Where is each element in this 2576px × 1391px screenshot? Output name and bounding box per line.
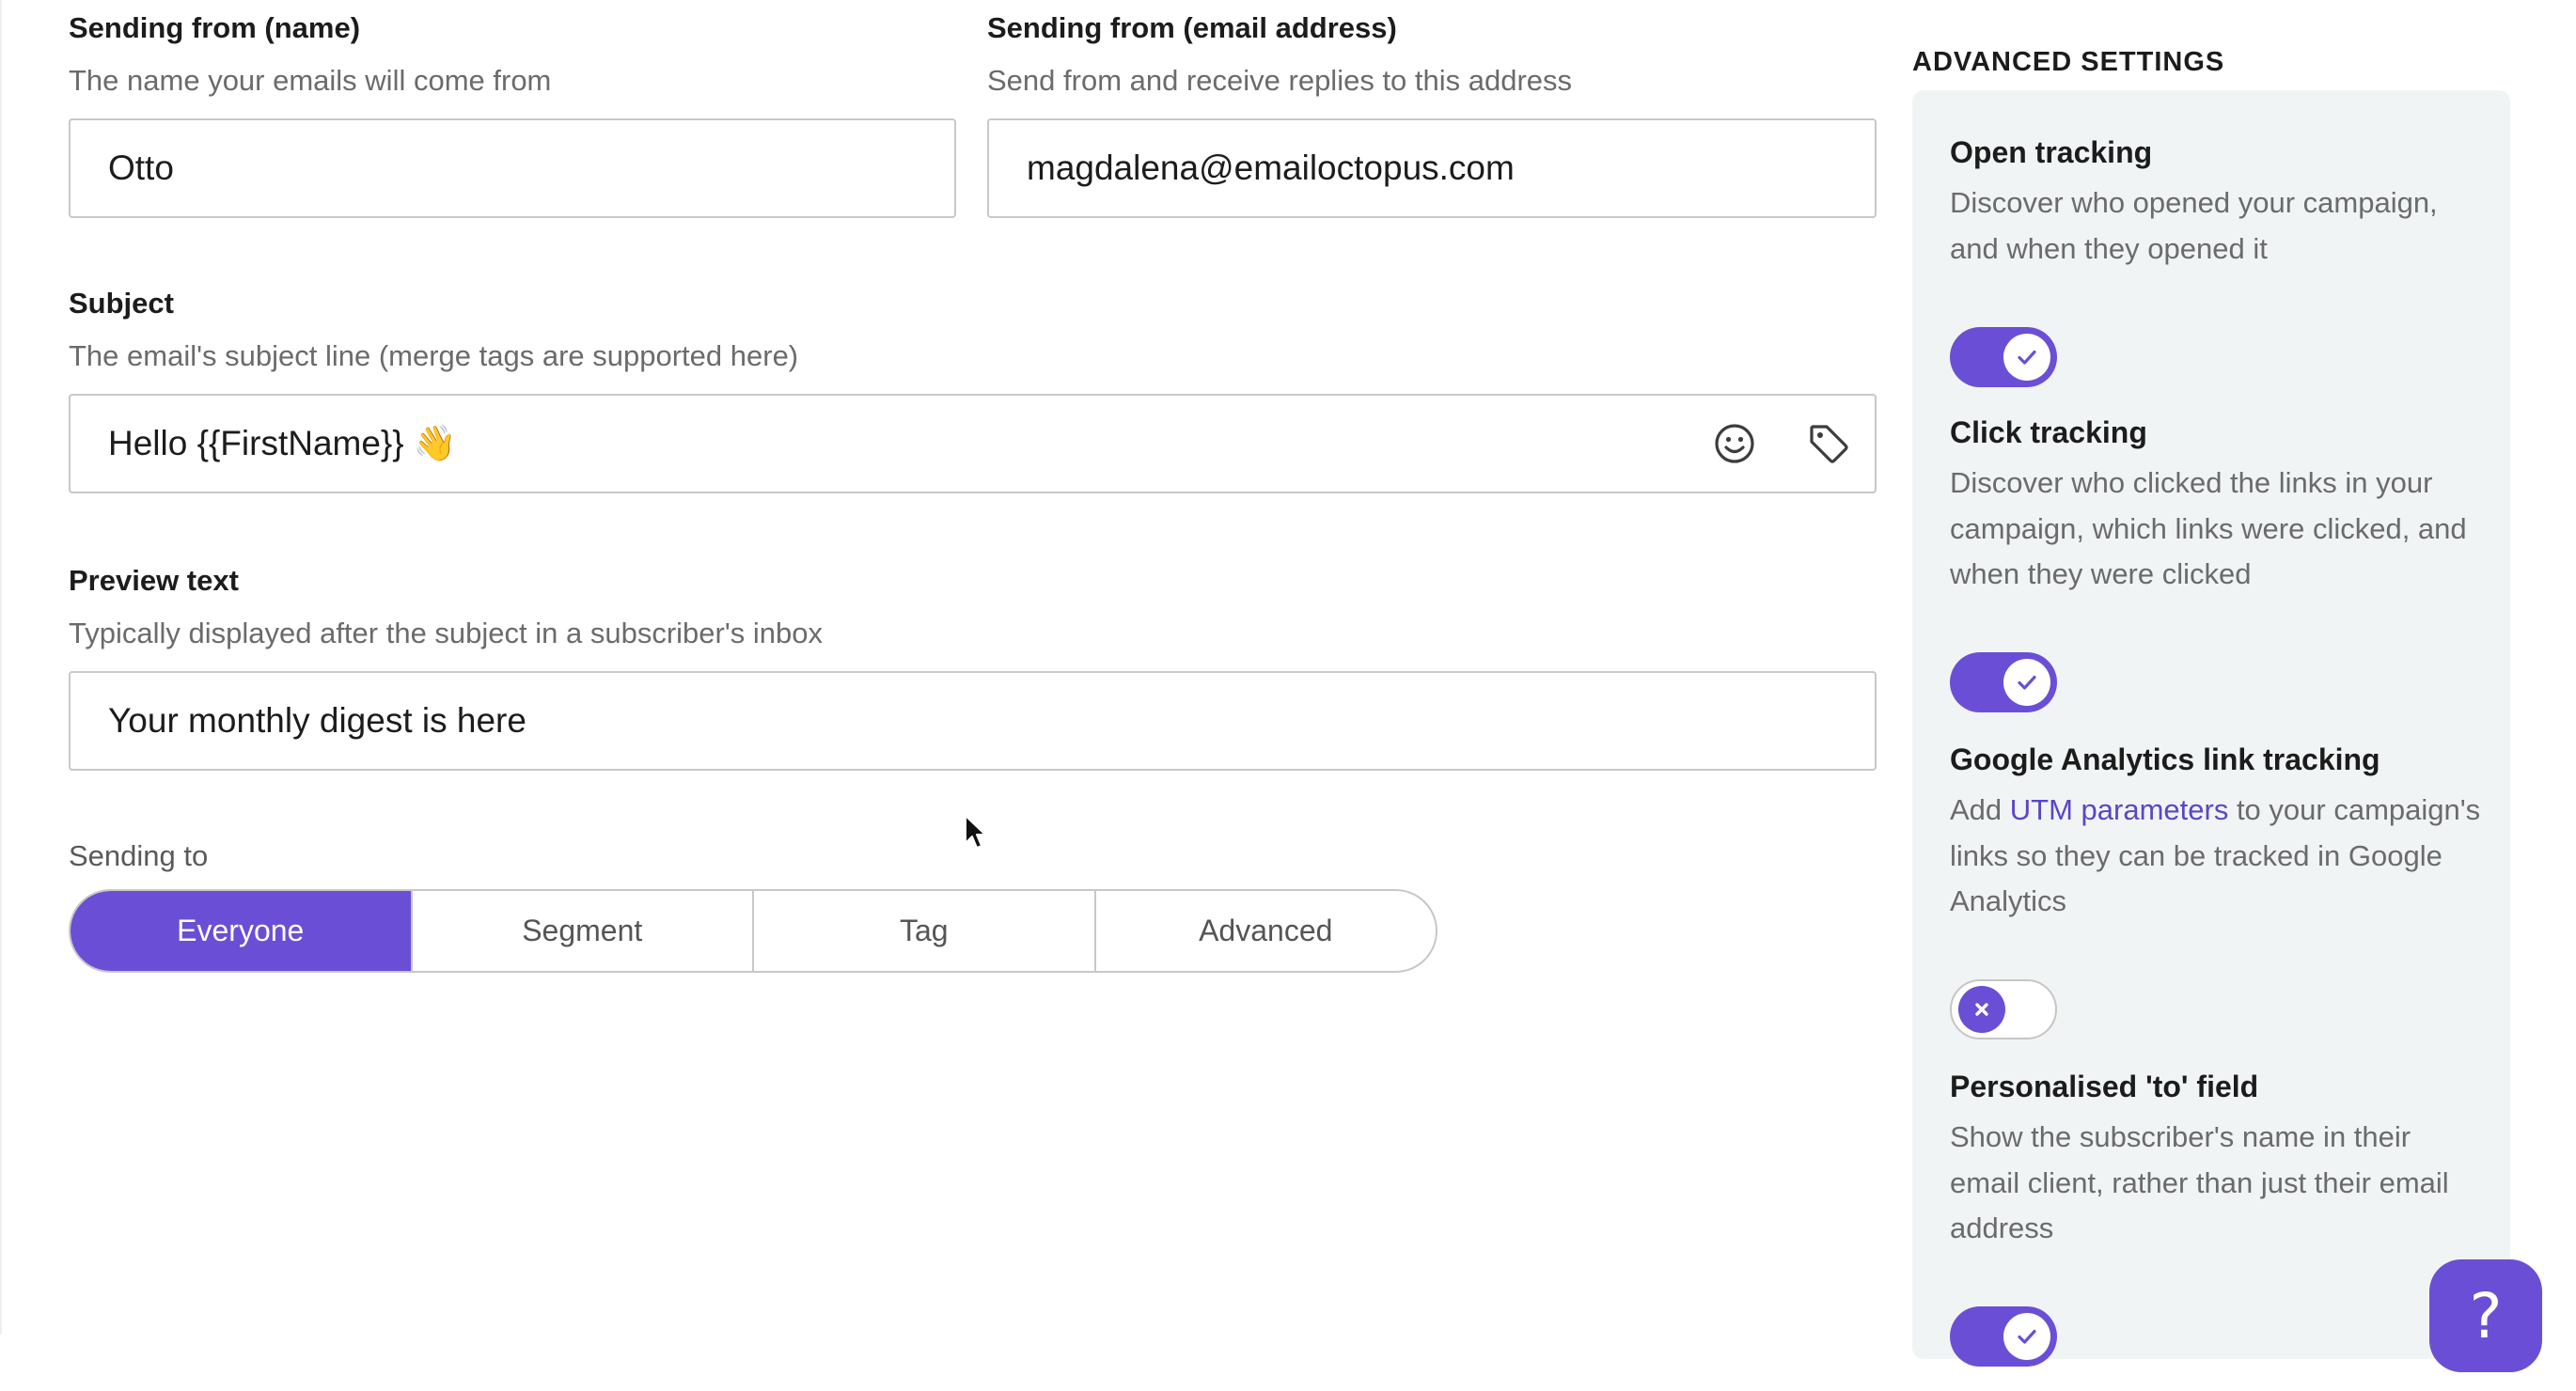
setting-description: Discover who clicked the links in your c… — [1950, 466, 2467, 590]
utm-parameters-link[interactable]: UTM parameters — [2010, 793, 2229, 826]
subject-input[interactable] — [69, 394, 1877, 493]
setting-personalised-to: Personalised 'to' field Show the subscri… — [1950, 1066, 2486, 1367]
sending-to-tag[interactable]: Tag — [754, 891, 1096, 971]
help-button[interactable]: ? — [2429, 1259, 2542, 1372]
sending-to-segment[interactable]: Segment — [413, 891, 754, 971]
subject-label: Subject — [69, 287, 174, 320]
setting-description: Show the subscriber's name in their emai… — [1950, 1120, 2449, 1244]
from-email-label: Sending from (email address) — [987, 11, 1397, 44]
toggle-knob — [2003, 659, 2050, 706]
smiley-icon[interactable] — [1710, 419, 1759, 468]
sending-to-advanced[interactable]: Advanced — [1096, 891, 1437, 971]
setting-title: Personalised 'to' field — [1950, 1070, 2259, 1103]
toggle-knob — [1958, 986, 2005, 1033]
google-analytics-toggle[interactable] — [1950, 979, 2057, 1039]
question-mark-icon: ? — [2469, 1279, 2503, 1352]
advanced-settings-heading: ADVANCED SETTINGS — [1912, 47, 2225, 77]
advanced-settings-panel: Open tracking Discover who opened your c… — [1912, 90, 2510, 1367]
from-name-label: Sending from (name) — [69, 11, 361, 44]
toggle-knob — [2003, 1313, 2050, 1360]
from-name-input[interactable] — [69, 118, 956, 218]
from-name-help: The name your emails will come from — [69, 64, 552, 97]
sending-to-label: Sending to — [69, 839, 209, 872]
subject-help: The email's subject line (merge tags are… — [69, 339, 799, 372]
cross-icon — [1975, 1003, 1988, 1016]
subject-field — [69, 394, 1877, 493]
setting-google-analytics: Google Analytics link tracking Add UTM p… — [1950, 739, 2486, 1039]
setting-description: Discover who opened your campaign, and w… — [1950, 186, 2438, 265]
setting-title: Click tracking — [1950, 415, 2147, 449]
toggle-knob — [2003, 334, 2050, 381]
preview-text-help: Typically displayed after the subject in… — [69, 617, 823, 649]
sending-to-everyone[interactable]: Everyone — [71, 891, 413, 971]
page-left-border — [0, 0, 2, 1335]
setting-open-tracking: Open tracking Discover who opened your c… — [1950, 132, 2486, 387]
click-tracking-toggle[interactable] — [1950, 652, 2057, 712]
personalised-to-toggle[interactable] — [1950, 1306, 2057, 1367]
setting-title: Open tracking — [1950, 135, 2153, 169]
from-email-input[interactable] — [987, 118, 1877, 218]
sending-to-selector: Everyone Segment Tag Advanced — [69, 889, 1437, 973]
setting-click-tracking: Click tracking Discover who clicked the … — [1950, 412, 2486, 712]
tag-icon[interactable] — [1804, 419, 1853, 468]
open-tracking-toggle[interactable] — [1950, 327, 2057, 387]
preview-text-input[interactable] — [69, 671, 1877, 771]
preview-text-label: Preview text — [69, 564, 239, 597]
description-prefix: Add — [1950, 793, 2010, 826]
setting-description: Add UTM parameters to your campaign's li… — [1950, 788, 2486, 925]
check-icon — [2018, 350, 2036, 365]
check-icon — [2018, 675, 2036, 690]
from-email-help: Send from and receive replies to this ad… — [987, 64, 1573, 97]
setting-title: Google Analytics link tracking — [1950, 742, 2380, 776]
check-icon — [2018, 1329, 2036, 1344]
mouse-cursor-icon — [965, 815, 986, 849]
